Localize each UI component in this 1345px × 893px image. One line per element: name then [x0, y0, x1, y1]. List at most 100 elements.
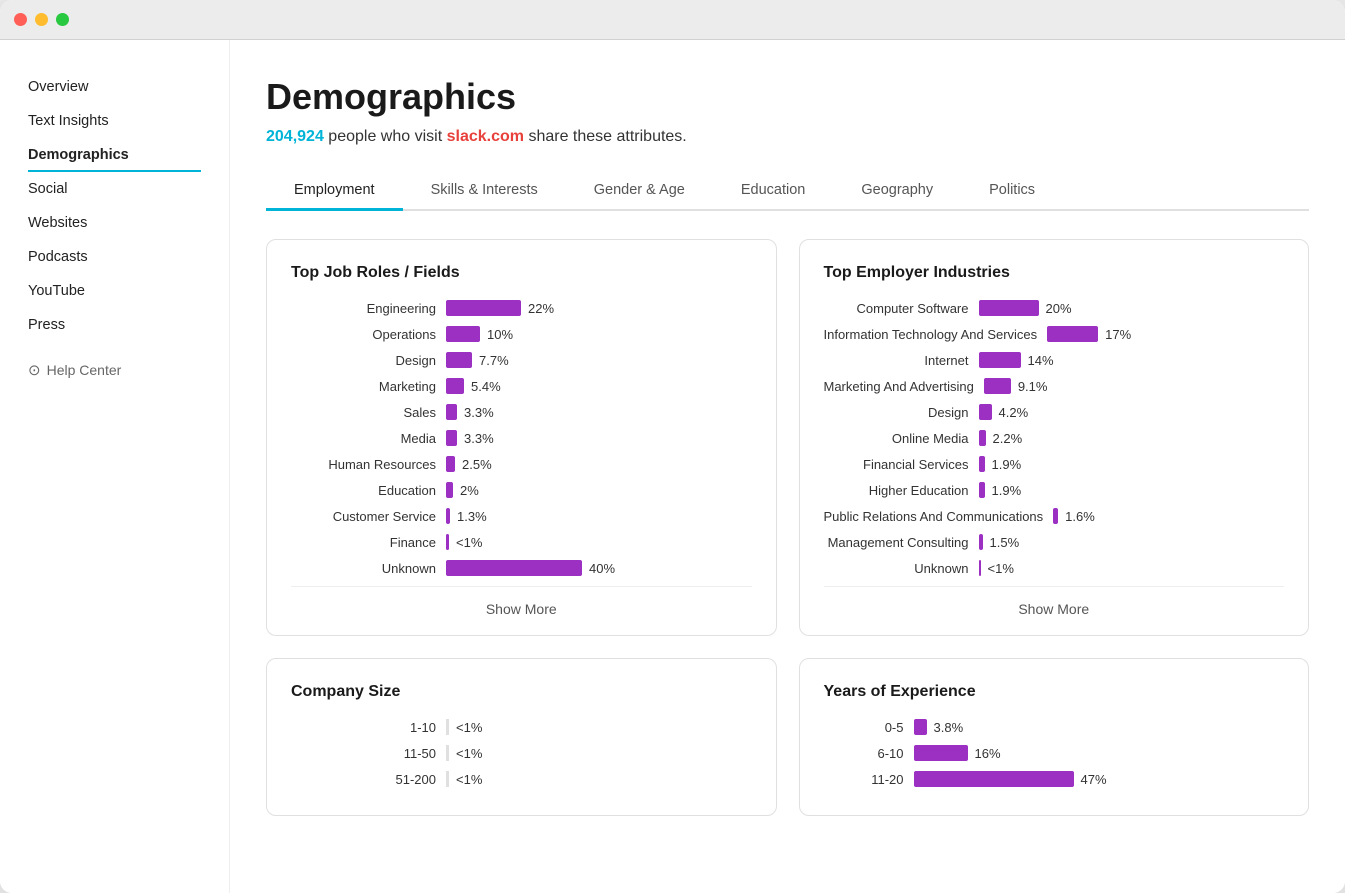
bar-wrap: <1% — [446, 534, 752, 550]
bar-fill — [914, 719, 927, 735]
bar-value: <1% — [456, 746, 482, 761]
bar-value: 1.9% — [992, 457, 1022, 472]
bar-value: <1% — [456, 720, 482, 735]
list-item: Marketing 5.4% — [291, 378, 752, 394]
bar-wrap: 1.3% — [446, 508, 752, 524]
list-item: Finance <1% — [291, 534, 752, 550]
bar-fill — [979, 300, 1039, 316]
employer-industries-show-more[interactable]: Show More — [824, 586, 1285, 617]
bar-label: 6-10 — [824, 746, 904, 761]
bar-value: 16% — [975, 746, 1001, 761]
tab-employment[interactable]: Employment — [266, 172, 403, 211]
bar-fill — [979, 560, 981, 576]
bar-wrap: 9.1% — [984, 378, 1284, 394]
bar-fill — [446, 482, 453, 498]
bar-fill — [979, 534, 983, 550]
list-item: 11-50 <1% — [291, 745, 752, 761]
close-button[interactable] — [14, 13, 27, 26]
bar-wrap: 20% — [979, 300, 1285, 316]
sidebar-help-center[interactable]: ⊙ Help Center — [0, 352, 229, 388]
bar-value: 3.3% — [464, 431, 494, 446]
charts-grid: Top Job Roles / Fields Engineering 22% O… — [266, 239, 1309, 816]
bar-value: 1.6% — [1065, 509, 1095, 524]
list-item: 6-10 16% — [824, 745, 1285, 761]
tab-geography[interactable]: Geography — [833, 172, 961, 211]
list-item: 1-10 <1% — [291, 719, 752, 735]
bar-divider — [446, 719, 449, 735]
sidebar-item-websites[interactable]: Websites — [0, 206, 229, 240]
sidebar-item-text-insights[interactable]: Text Insights — [0, 104, 229, 138]
bar-label: Human Resources — [291, 457, 436, 472]
company-size-title: Company Size — [291, 683, 752, 701]
bar-label: Unknown — [824, 561, 969, 576]
maximize-button[interactable] — [56, 13, 69, 26]
job-roles-bars: Engineering 22% Operations 10% Design 7.… — [291, 300, 752, 576]
tab-education[interactable]: Education — [713, 172, 834, 211]
years-experience-card: Years of Experience 0-5 3.8% 6-10 16% 11… — [799, 658, 1310, 816]
bar-wrap: 1.9% — [979, 482, 1285, 498]
bar-wrap: 3.3% — [446, 404, 752, 420]
sidebar: Overview Text Insights Demographics Soci… — [0, 40, 230, 893]
list-item: Education 2% — [291, 482, 752, 498]
list-item: Higher Education 1.9% — [824, 482, 1285, 498]
sidebar-item-youtube[interactable]: YouTube — [0, 274, 229, 308]
sidebar-item-podcasts[interactable]: Podcasts — [0, 240, 229, 274]
job-roles-show-more[interactable]: Show More — [291, 586, 752, 617]
minimize-button[interactable] — [35, 13, 48, 26]
visitor-count: 204,924 — [266, 128, 324, 145]
page-subtitle: 204,924 people who visit slack.com share… — [266, 128, 1309, 146]
bar-label: Operations — [291, 327, 436, 342]
bar-label: Public Relations And Communications — [824, 509, 1044, 524]
bar-value: 14% — [1028, 353, 1054, 368]
bar-fill — [446, 534, 449, 550]
company-size-card: Company Size 1-10 <1% 11-50 <1% 51-200 <… — [266, 658, 777, 816]
tab-skills[interactable]: Skills & Interests — [403, 172, 566, 211]
bar-value: 47% — [1081, 772, 1107, 787]
bar-fill — [979, 430, 986, 446]
list-item: Unknown <1% — [824, 560, 1285, 576]
bar-label: 1-10 — [291, 720, 436, 735]
bar-wrap: 7.7% — [446, 352, 752, 368]
bar-fill — [446, 430, 457, 446]
list-item: 11-20 47% — [824, 771, 1285, 787]
bar-value: 3.8% — [934, 720, 964, 735]
bar-wrap: 4.2% — [979, 404, 1285, 420]
bar-wrap: <1% — [446, 719, 752, 735]
main-content: Demographics 204,924 people who visit sl… — [230, 40, 1345, 893]
tab-politics[interactable]: Politics — [961, 172, 1063, 211]
bar-value: 2% — [460, 483, 479, 498]
bar-fill — [979, 352, 1021, 368]
bar-wrap: 5.4% — [446, 378, 752, 394]
bar-label: 0-5 — [824, 720, 904, 735]
bar-wrap: 1.9% — [979, 456, 1285, 472]
tab-gender[interactable]: Gender & Age — [566, 172, 713, 211]
bar-value: 1.9% — [992, 483, 1022, 498]
bar-wrap: 47% — [914, 771, 1285, 787]
bar-label: 51-200 — [291, 772, 436, 787]
list-item: Financial Services 1.9% — [824, 456, 1285, 472]
bar-label: Finance — [291, 535, 436, 550]
bar-value: <1% — [456, 772, 482, 787]
list-item: Internet 14% — [824, 352, 1285, 368]
bar-fill — [446, 326, 480, 342]
bar-label: Education — [291, 483, 436, 498]
bar-wrap: 2.5% — [446, 456, 752, 472]
bar-wrap: 2.2% — [979, 430, 1285, 446]
bar-fill — [446, 456, 455, 472]
list-item: Design 4.2% — [824, 404, 1285, 420]
bar-label: Design — [291, 353, 436, 368]
sidebar-item-overview[interactable]: Overview — [0, 70, 229, 104]
bar-wrap: 1.6% — [1053, 508, 1284, 524]
sidebar-item-social[interactable]: Social — [0, 172, 229, 206]
bar-value: 2.5% — [462, 457, 492, 472]
employer-industries-bars: Computer Software 20% Information Techno… — [824, 300, 1285, 576]
bar-fill — [914, 771, 1074, 787]
list-item: Engineering 22% — [291, 300, 752, 316]
bar-divider — [446, 745, 449, 761]
job-roles-card: Top Job Roles / Fields Engineering 22% O… — [266, 239, 777, 636]
list-item: 0-5 3.8% — [824, 719, 1285, 735]
sidebar-item-press[interactable]: Press — [0, 308, 229, 342]
bar-fill — [984, 378, 1011, 394]
sidebar-item-demographics[interactable]: Demographics — [0, 138, 229, 172]
bar-value: 9.1% — [1018, 379, 1048, 394]
